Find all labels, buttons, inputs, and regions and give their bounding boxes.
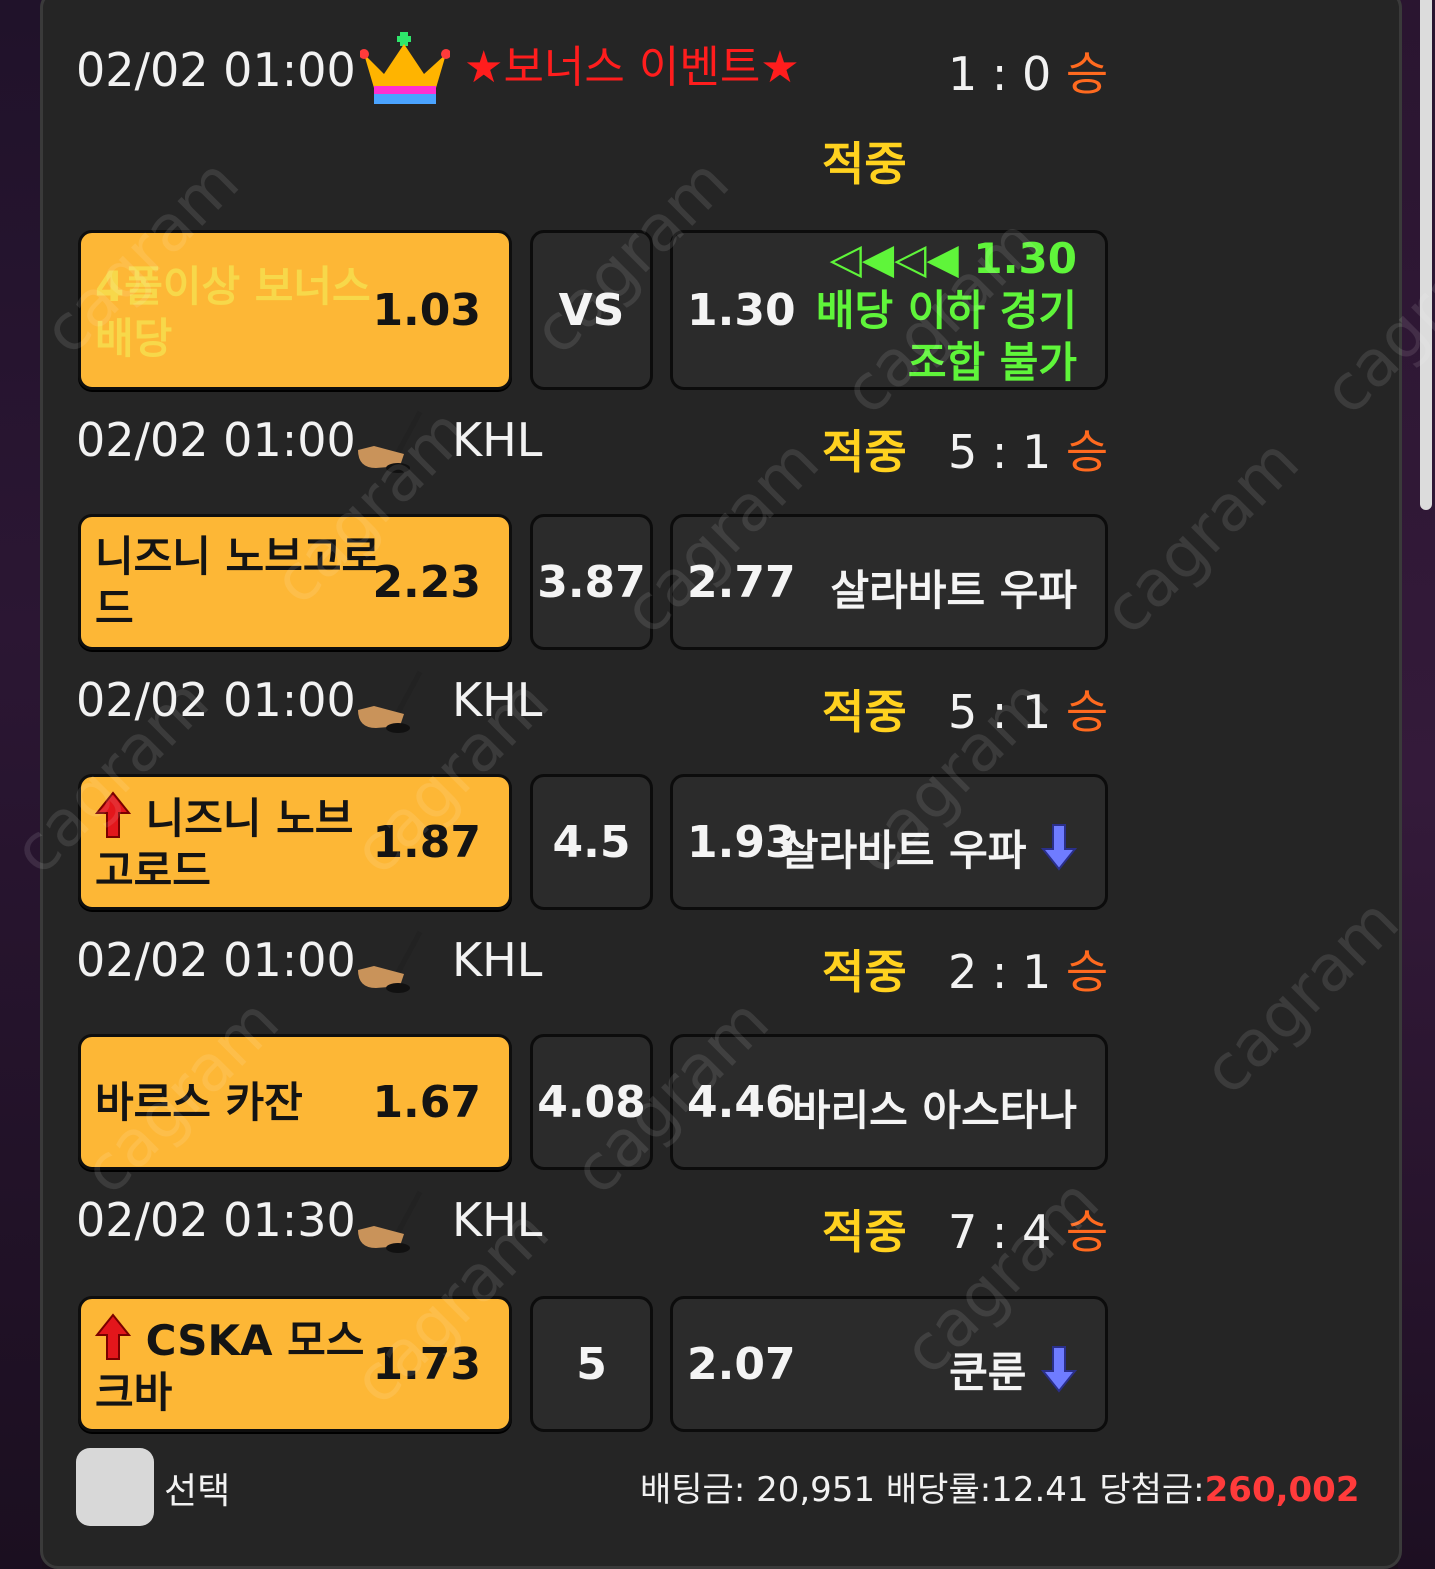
bonus-home-pick[interactable]: 4폴이상 보너스 배당 1.03 <box>78 230 512 390</box>
game-time: 02/02 01:00 <box>76 413 356 467</box>
away-odds: 4.46 <box>687 1077 796 1128</box>
league-label: KHL <box>452 1193 543 1247</box>
bonus-restriction-note: ◁◀◁◀ 1.30 배당 이하 경기 조합 불가 <box>816 233 1077 389</box>
bonus-away-odds: 1.30 <box>687 285 796 336</box>
away-team-name: 살라바트 우파 <box>830 566 1077 615</box>
bonus-hit-label: 적중 <box>822 137 907 191</box>
bonus-home-odds: 1.03 <box>372 285 481 336</box>
scrollbar[interactable] <box>1420 0 1432 510</box>
background-left <box>0 0 42 1569</box>
draw-odds: 4.5 <box>552 817 631 868</box>
home-pick[interactable]: 니즈니 노브고로드 2.23 <box>78 514 512 650</box>
game-time: 02/02 01:30 <box>76 1193 356 1247</box>
hockey-stick-icon <box>354 670 426 736</box>
home-team-name: 니즈니 노브고로드 <box>95 532 381 633</box>
away-team-name: 바리스 아스타나 <box>791 1086 1077 1135</box>
game-time: 02/02 01:00 <box>76 933 356 987</box>
home-team-name: 바르스 카잔 <box>95 1078 303 1127</box>
bonus-note-line2: 배당 이하 경기 <box>815 286 1077 335</box>
bonus-event-title: ★보너스 이벤트★ <box>464 42 800 93</box>
home-odds: 1.67 <box>372 1077 481 1128</box>
hockey-stick-icon <box>354 410 426 476</box>
bonus-away-box: 1.30 ◁◀◁◀ 1.30 배당 이하 경기 조합 불가 <box>670 230 1108 390</box>
hit-label: 적중 <box>822 425 907 479</box>
home-team-name: CSKA 모스크바 <box>95 1313 385 1419</box>
bonus-home-name: 4폴이상 보너스 배당 <box>95 262 371 363</box>
home-pick[interactable]: 니즈니 노브고로드 1.87 <box>78 774 512 910</box>
hit-label: 적중 <box>822 685 907 739</box>
home-odds: 2.23 <box>372 557 481 608</box>
hockey-stick-icon <box>354 930 426 996</box>
league-label: KHL <box>452 933 543 987</box>
league-label: KHL <box>452 673 543 727</box>
draw-pick[interactable]: 5 <box>530 1296 653 1432</box>
hit-label: 적중 <box>822 1205 907 1259</box>
odds-rate: 배당률:12.41 <box>885 1470 1089 1510</box>
blue-down-arrow-icon <box>1041 824 1077 871</box>
home-team-name: 니즈니 노브고로드 <box>95 791 385 897</box>
game-score: 7 : 4 승 <box>948 1205 1109 1259</box>
home-odds: 1.87 <box>372 817 481 868</box>
hit-label: 적중 <box>822 945 907 999</box>
bonus-time: 02/02 01:00 <box>76 43 356 97</box>
bet-amount: 배팅금: 20,951 <box>640 1470 876 1510</box>
select-checkbox[interactable] <box>76 1448 154 1526</box>
bonus-score: 1 : 0 승 <box>948 47 1109 101</box>
win-amount: 260,002 <box>1204 1470 1360 1510</box>
bonus-vs-label: VS <box>558 285 625 336</box>
home-pick[interactable]: 바르스 카잔 1.67 <box>78 1034 512 1170</box>
bonus-note-line1: ◁◀◁◀ 1.30 <box>829 234 1077 283</box>
away-pick[interactable]: 4.46 바리스 아스타나 <box>670 1034 1108 1170</box>
red-up-arrow-icon <box>95 791 131 838</box>
away-pick[interactable]: 1.93 살라바트 우파 <box>670 774 1108 910</box>
blue-down-arrow-icon <box>1041 1346 1077 1393</box>
crown-icon <box>359 30 451 108</box>
bet-summary: 배팅금: 20,951 배당률:12.41 당첨금:260,002 <box>640 1462 1360 1511</box>
away-team-name: 쿤룬 <box>949 1339 1077 1400</box>
away-pick[interactable]: 2.77 살라바트 우파 <box>670 514 1108 650</box>
away-odds: 2.07 <box>687 1339 796 1390</box>
away-odds: 2.77 <box>687 557 796 608</box>
game-score: 5 : 1 승 <box>948 425 1109 479</box>
win-amount-label: 당첨금: <box>1099 1470 1205 1510</box>
draw-odds: 5 <box>576 1339 607 1390</box>
select-label: 선택 <box>164 1471 231 1512</box>
league-label: KHL <box>452 413 543 467</box>
bonus-vs-box: VS <box>530 230 653 390</box>
away-team-name: 살라바트 우파 <box>780 817 1077 878</box>
draw-odds: 4.08 <box>537 1077 646 1128</box>
draw-pick[interactable]: 4.5 <box>530 774 653 910</box>
draw-pick[interactable]: 4.08 <box>530 1034 653 1170</box>
hockey-stick-icon <box>354 1190 426 1256</box>
home-pick[interactable]: CSKA 모스크바 1.73 <box>78 1296 512 1432</box>
away-pick[interactable]: 2.07 쿤룬 <box>670 1296 1108 1432</box>
bonus-note-line3: 조합 불가 <box>907 338 1077 387</box>
game-time: 02/02 01:00 <box>76 673 356 727</box>
game-score: 2 : 1 승 <box>948 945 1109 999</box>
game-score: 5 : 1 승 <box>948 685 1109 739</box>
draw-pick[interactable]: 3.87 <box>530 514 653 650</box>
home-odds: 1.73 <box>372 1339 481 1390</box>
draw-odds: 3.87 <box>537 557 646 608</box>
red-up-arrow-icon <box>95 1313 131 1360</box>
